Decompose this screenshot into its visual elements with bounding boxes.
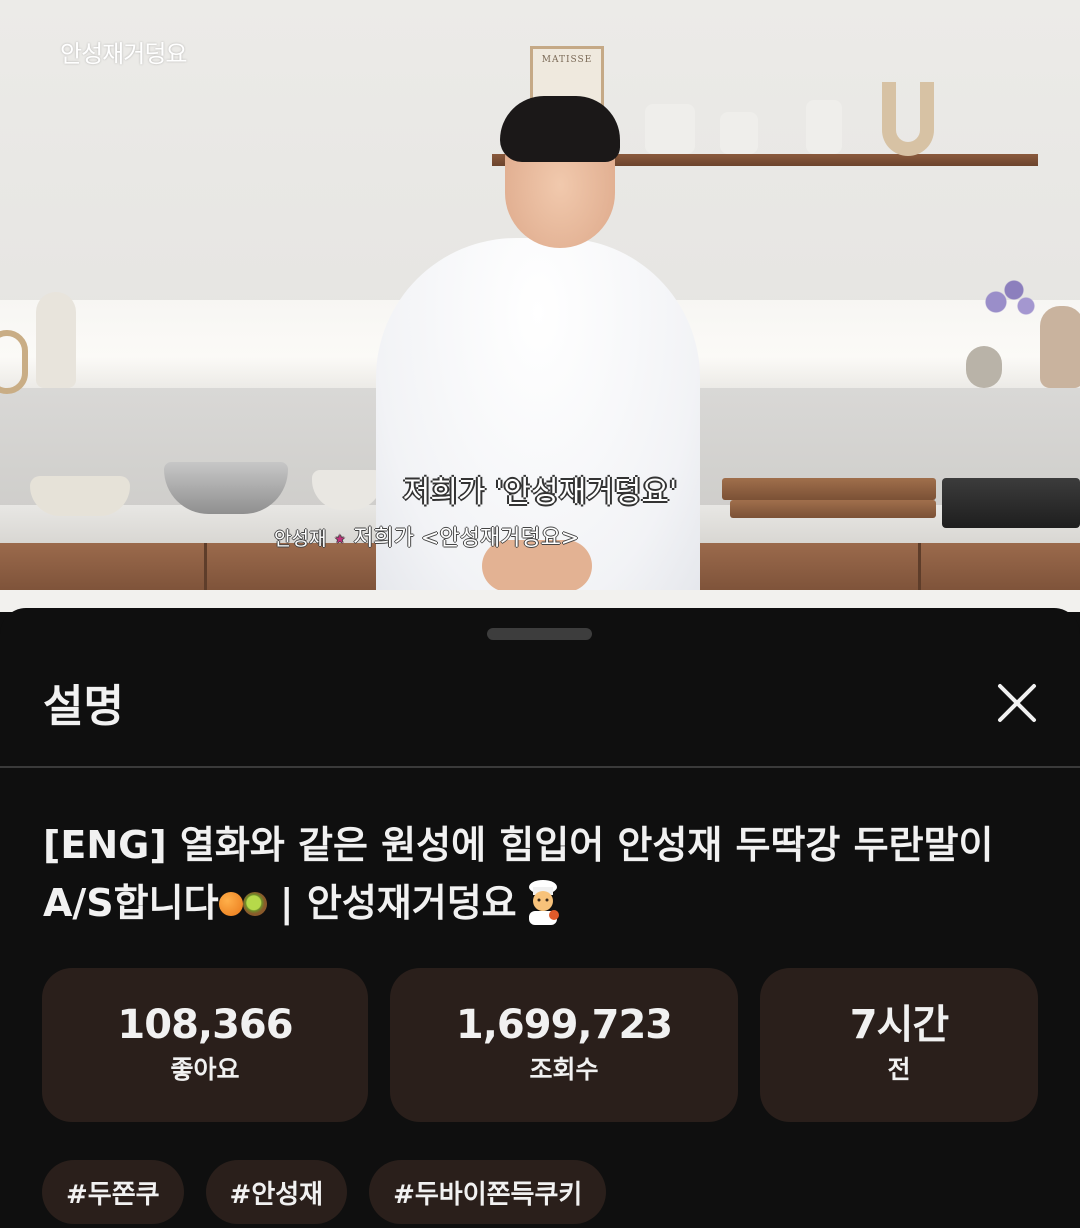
video-title-suffix: | 안성재거덩요 [266, 881, 517, 925]
star-icon: ★ [334, 532, 346, 546]
caption-main: 저희가 '안성재거덩요' [402, 475, 678, 510]
left-vase [36, 292, 76, 388]
bowl-stack [720, 112, 758, 154]
hashtag-chip[interactable]: #두쫀쿠 [42, 1160, 184, 1224]
cabinet-seam [204, 543, 207, 593]
hashtag-chip[interactable]: #안성재 [205, 1160, 348, 1224]
cup [806, 100, 842, 154]
right-vase [1040, 306, 1080, 388]
video-title-part: A/S합니다 [43, 881, 219, 925]
channel-watermark: 안성재거덩요 [60, 40, 187, 68]
close-button[interactable] [990, 676, 1044, 730]
likes-card[interactable]: 108,366 좋아요 [42, 968, 368, 1122]
video-title-line1: [ENG] 열화와 같은 원성에 힘입어 안성재 두딱강 두란말이 [43, 823, 994, 867]
ring-decor [0, 330, 28, 394]
views-card[interactable]: 1,699,723 조회수 [390, 968, 738, 1122]
upload-time-label: 전 [887, 1055, 911, 1084]
likes-label: 좋아요 [170, 1055, 240, 1084]
video-title: [ENG] 열화와 같은 원성에 힘입어 안성재 두딱강 두란말이 A/S합니다… [43, 816, 1043, 932]
views-label: 조회수 [529, 1055, 599, 1084]
cook-emoji-icon [528, 879, 559, 925]
kiwi-emoji-icon [242, 891, 267, 916]
likes-count: 108,366 [117, 1002, 293, 1048]
caption-speaker: 안성재 [274, 528, 327, 550]
upload-time-card[interactable]: 7시간 전 [760, 968, 1038, 1122]
lavender [978, 270, 1038, 350]
header-divider [0, 766, 1080, 768]
sheet-title: 설명 [43, 681, 124, 732]
mandarin-emoji-icon [218, 891, 243, 916]
drag-handle[interactable] [487, 628, 592, 640]
video-title-line2: A/S합니다 | 안성재거덩요 [43, 874, 1043, 932]
hashtag-chip[interactable]: #두바이쫀득쿠키 [369, 1160, 607, 1224]
hashtag-list: #두쫀쿠 #안성재 #두바이쫀득쿠키 [42, 1160, 607, 1224]
chef-hair [500, 96, 620, 162]
views-count: 1,699,723 [455, 1002, 673, 1048]
close-icon [998, 684, 1036, 722]
description-sheet: 설명 [ENG] 열화와 같은 원성에 힘입어 안성재 두딱강 두란말이 A/S… [0, 608, 1080, 1228]
u-vase [882, 82, 934, 156]
pitcher [645, 104, 695, 154]
poster-text: MATISSE [541, 55, 593, 65]
upload-time: 7시간 [849, 1002, 949, 1048]
caption-sub: 안성재 ★ 저희가 <안성재거덩요> [274, 520, 579, 552]
flower-pot [966, 346, 1002, 388]
cabinet-seam [918, 543, 921, 593]
caption-sub-text: 저희가 <안성재거덩요> [353, 526, 580, 551]
video-player[interactable]: MATISSE 안성재거덩요 저희가 '안성재거덩요' 안성재 ★ 저희가 <안성재… [0, 0, 1080, 612]
